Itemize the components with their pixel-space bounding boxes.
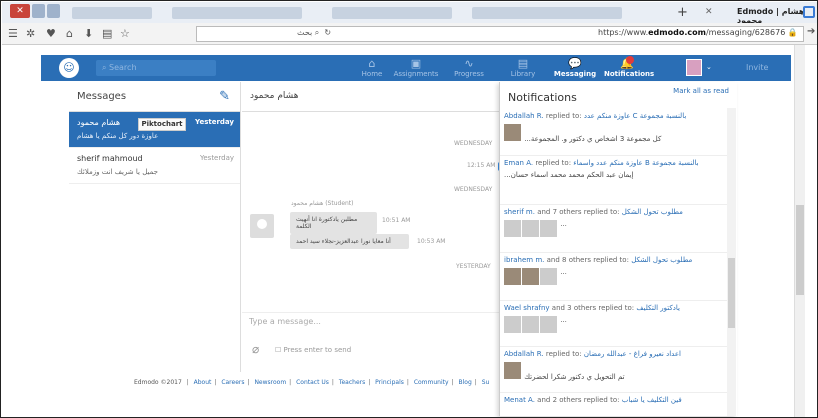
extension-icon[interactable]: ✲ (26, 27, 35, 40)
message-time: 10:53 AM (417, 238, 446, 245)
library-icon[interactable]: ▤ (102, 27, 112, 40)
footer-link[interactable]: Newsroom (254, 379, 286, 386)
mark-all-read-link[interactable]: Mark all as read (673, 87, 729, 95)
day-separator: WEDNESDAY (454, 186, 493, 193)
user-avatar[interactable] (686, 59, 702, 76)
compose-icon[interactable]: ✎ (219, 89, 230, 104)
footer-link[interactable]: Su (482, 379, 490, 386)
edmodo-logo-icon[interactable]: ☺ (59, 58, 79, 78)
home-icon[interactable]: ⌂ (66, 27, 73, 40)
footer-link[interactable]: About (194, 379, 212, 386)
conversation-item[interactable]: sherif mahmoud Yesterday جميل يا شريف ان… (69, 148, 240, 184)
notification-item[interactable]: Menat A. and 2 others replied to: فين ال… (504, 396, 728, 404)
notification-item[interactable]: Eman A. replied to: عاوزة منكم عدد واسما… (504, 159, 728, 179)
sender-name: هشام محمود (Student) (291, 200, 354, 207)
notification-item[interactable]: Abdallah R. replied to: عاوزة منكم عدد C… (504, 112, 728, 143)
message-time: 10:51 AM (382, 217, 411, 224)
browser-toolbar: ☰ ✲ ♥ ⌂ ⬇ ▤ ☆ بحث ⌕ ↻ https://www.edmodo… (2, 23, 817, 45)
avatar (504, 362, 521, 379)
piktochart-image[interactable]: Piktochart (138, 118, 186, 131)
forward-icon[interactable]: ➔ (807, 26, 815, 37)
notification-item[interactable]: sherif m. and 7 others replied to: مطلوب… (504, 208, 728, 239)
blurred-tab[interactable] (172, 7, 302, 19)
compose-divider (242, 312, 500, 313)
nav-library[interactable]: ▤ Library (508, 57, 538, 79)
nav-assignments[interactable]: ▣ Assignments (389, 57, 443, 79)
tab-favicon-icon (803, 6, 815, 18)
chat-title: هشام محمود (242, 82, 500, 112)
blurred-tab[interactable] (72, 7, 152, 19)
home-icon: ⌂ (368, 57, 376, 70)
message-time: 12:15 AM (467, 162, 496, 169)
footer-link[interactable]: Community (414, 379, 449, 386)
url-text[interactable]: https://www.edmodo.com/messaging/628676 … (598, 28, 798, 37)
footer: Edmodo ©2017 | About | Careers | Newsroom |… (134, 379, 490, 386)
avatar[interactable] (250, 214, 274, 238)
title-bar: ✕ + ✕ Edmodo | هشام محمود (2, 2, 817, 25)
message-bubble[interactable]: مطلبن يادكتورة انا أنهيت الكلمة (290, 212, 377, 234)
day-separator: YESTERDAY (456, 263, 491, 270)
attachment-icon[interactable]: ⌀ (252, 342, 259, 356)
notification-item[interactable]: ibrahem m. and 8 others replied to: مطلو… (504, 256, 728, 287)
search-input[interactable]: ⌕ Search (96, 60, 216, 76)
notification-item[interactable]: Wael shrafny and 3 others replied to: يا… (504, 304, 728, 335)
browser-window: ✕ + ✕ Edmodo | هشام محمود ☰ ✲ ♥ ⌂ ⬇ ▤ ☆ … (0, 0, 818, 418)
footer-link[interactable]: Blog (458, 379, 471, 386)
assignments-icon: ▣ (410, 57, 422, 70)
blurred-tab[interactable] (332, 7, 452, 19)
message-input[interactable]: Type a message... (249, 317, 321, 326)
invite-link[interactable]: Invite (746, 63, 768, 72)
pocket-icon[interactable]: ♥ (46, 27, 56, 40)
day-separator: WEDNESDAY (454, 140, 493, 147)
messages-title: Messages (69, 82, 240, 112)
bookmark-star-icon[interactable]: ☆ (120, 27, 130, 40)
footer-link[interactable]: Principals (375, 379, 404, 386)
window-close-icon[interactable]: ✕ (10, 4, 30, 18)
nav-home[interactable]: ⌂ Home (359, 57, 385, 79)
nav-progress[interactable]: ∿ Progress (451, 57, 487, 79)
footer-copyright: Edmodo ©2017 (134, 379, 182, 386)
nav-messaging[interactable]: 💬 Messaging (552, 57, 598, 79)
window-maximize-icon[interactable] (47, 4, 60, 18)
notifications-scrollbar[interactable] (727, 108, 736, 416)
avatar (504, 124, 521, 141)
notification-item[interactable]: Abdallah R. replied to: اعداد نعيرو فراغ… (504, 350, 728, 381)
library-icon: ▤ (517, 57, 529, 70)
press-enter-hint[interactable]: ☐ Press enter to send (275, 346, 351, 354)
notification-badge (626, 56, 634, 64)
window-minimize-icon[interactable] (32, 4, 45, 18)
notifications-dropdown: Notifications Mark all as read Abdallah … (499, 82, 737, 416)
new-tab-icon[interactable]: + (677, 5, 688, 20)
tab-close-icon[interactable]: ✕ (705, 7, 713, 17)
page-scrollbar[interactable] (794, 45, 805, 417)
menu-icon[interactable]: ☰ (8, 27, 18, 40)
message-bubble[interactable]: أنا معايا نورا عبدالعزيز-نجلاء سيد احمد (290, 234, 409, 249)
edmodo-topbar: ☺ ⌕ Search ⌂ Home ▣ Assignments ∿ Progress … (41, 55, 791, 81)
search-field[interactable]: بحث ⌕ ↻ (297, 28, 331, 38)
footer-link[interactable]: Contact Us (296, 379, 329, 386)
blurred-tab[interactable] (472, 7, 622, 19)
progress-icon: ∿ (464, 57, 474, 70)
footer-link[interactable]: Careers (221, 379, 244, 386)
messaging-icon: 💬 (568, 57, 582, 70)
footer-link[interactable]: Teachers (339, 379, 365, 386)
download-icon[interactable]: ⬇ (84, 27, 93, 40)
lock-icon: 🔒 (787, 28, 798, 37)
chevron-down-icon[interactable]: ⌄ (706, 63, 712, 71)
